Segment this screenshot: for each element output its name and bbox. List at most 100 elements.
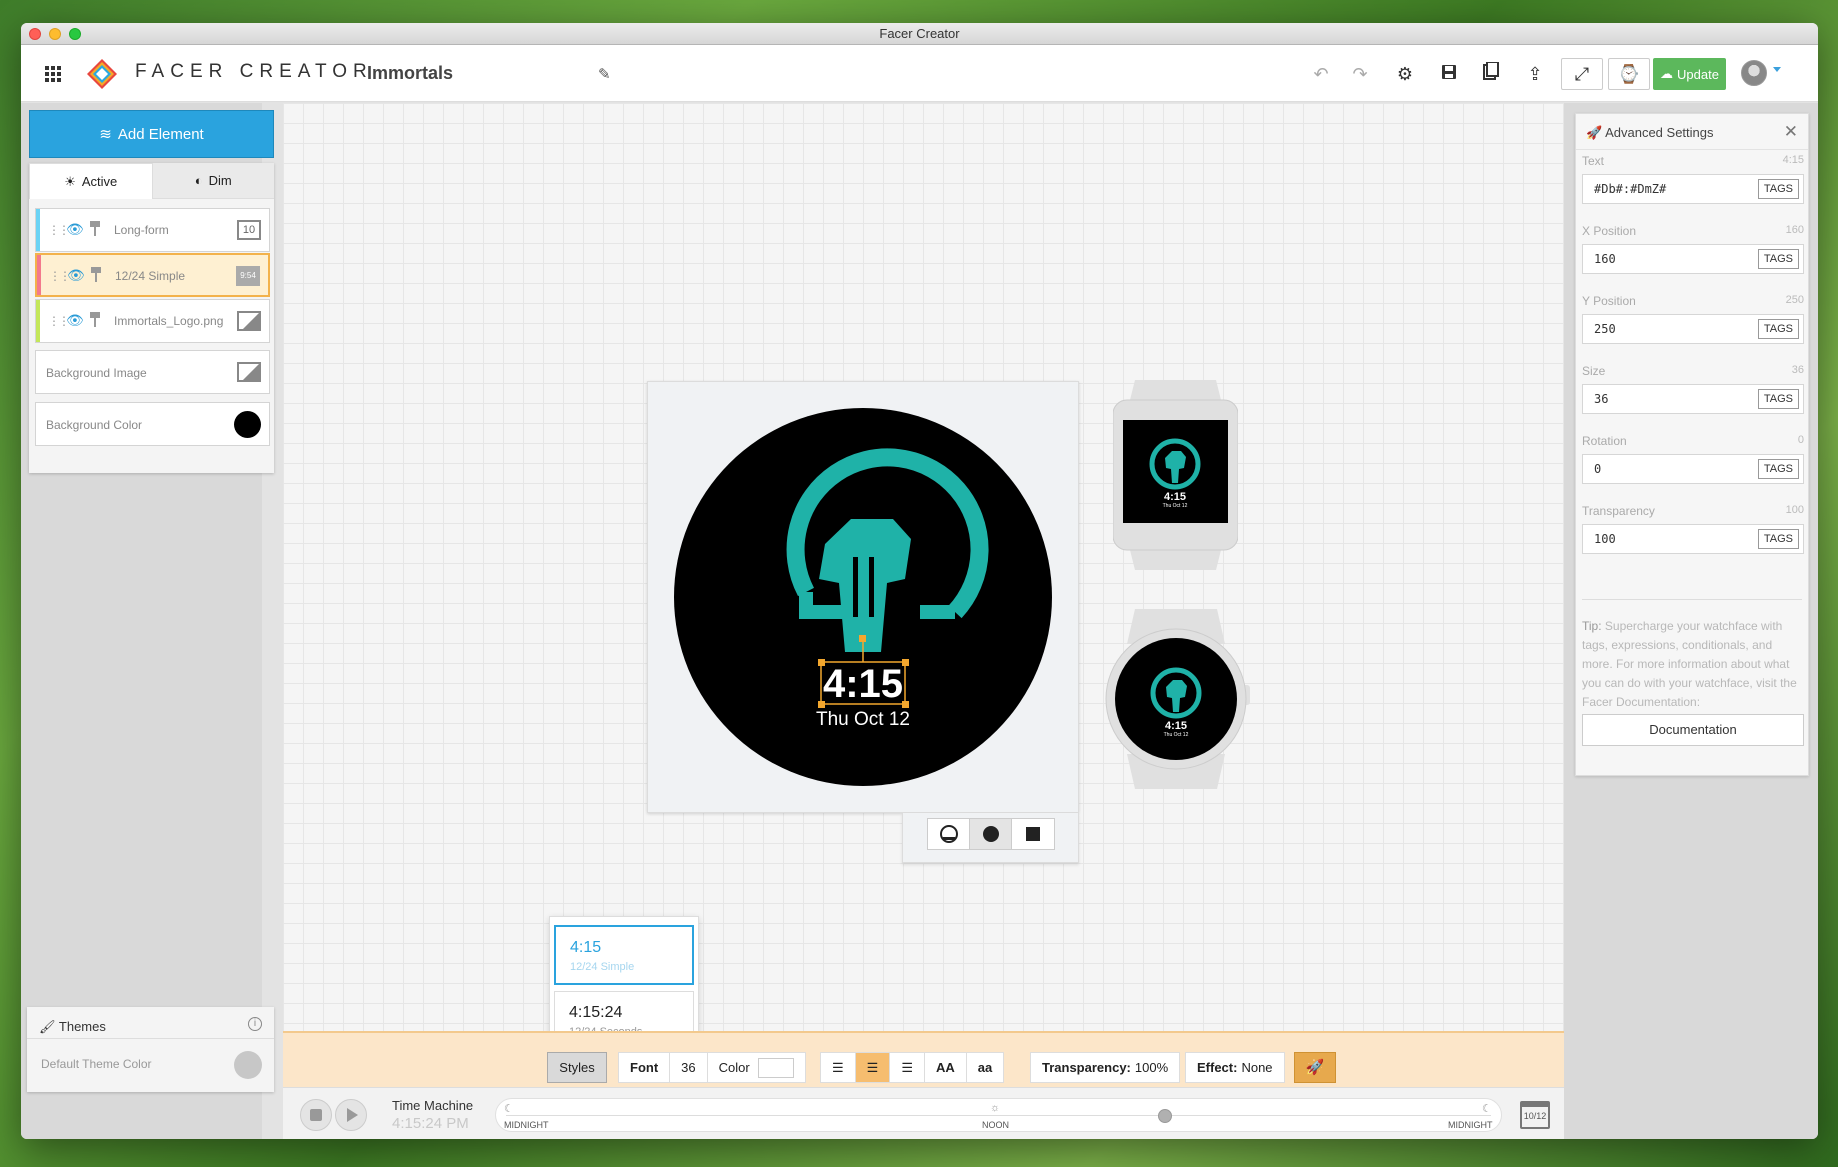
layer-item-12-24-simple[interactable]: ⋮⋮ 👁 12/24 Simple 9:54: [35, 253, 270, 297]
advanced-settings-title: Advanced Settings: [1605, 125, 1714, 140]
text-color-swatch[interactable]: [757, 1057, 794, 1078]
layer-name: Immortals_Logo.png: [114, 314, 224, 328]
redo-icon[interactable]: ↷: [1345, 61, 1375, 87]
field-input[interactable]: #Db#:#DmZ# TAGS: [1582, 174, 1804, 204]
tags-button[interactable]: TAGS: [1757, 389, 1799, 409]
font-button[interactable]: Font: [619, 1053, 671, 1082]
save-disk-icon[interactable]: [1434, 61, 1464, 87]
lowercase-button[interactable]: aa: [967, 1053, 1003, 1082]
settings-gear-icon[interactable]: ⚙: [1390, 61, 1420, 87]
align-left-icon[interactable]: ☰: [821, 1053, 856, 1082]
field-input[interactable]: 0 TAGS: [1582, 454, 1804, 484]
field-label: Text: [1582, 154, 1605, 168]
field-input-value: 160: [1594, 252, 1616, 266]
background-color-swatch[interactable]: [234, 411, 261, 438]
color-button[interactable]: Color: [708, 1053, 805, 1082]
edit-name-pencil-icon[interactable]: ✎: [598, 65, 611, 83]
add-element-label: Add Element: [117, 125, 204, 143]
design-canvas[interactable]: 4:15 Thu Oct 12 4:15 Thu Oct 12 4:15 Thu…: [283, 103, 1564, 1061]
drag-handle-icon[interactable]: ⋮⋮: [48, 314, 70, 328]
undo-icon[interactable]: ↶: [1306, 61, 1336, 87]
tab-dim[interactable]: ◐ Dim: [152, 163, 274, 199]
stop-button[interactable]: [300, 1099, 332, 1131]
tags-button[interactable]: TAGS: [1757, 319, 1799, 339]
sun-icon: ☼: [990, 1102, 1001, 1114]
apps-grid-icon[interactable]: [45, 66, 61, 82]
time-slider[interactable]: ☾ ☼ ☾ MIDNIGHT NOON MIDNIGHT: [495, 1098, 1502, 1132]
field-input[interactable]: 160 TAGS: [1582, 244, 1804, 274]
tab-active[interactable]: ☀ Active: [29, 163, 153, 199]
uppercase-button[interactable]: AA: [925, 1053, 967, 1082]
round-watch-preview[interactable]: 4:15 Thu Oct 12: [1105, 609, 1250, 789]
sync-watch-icon[interactable]: ⌚: [1608, 58, 1650, 90]
project-name[interactable]: Immortals: [367, 63, 453, 84]
styles-button[interactable]: Styles: [547, 1052, 607, 1083]
layer-item-immortals-logo[interactable]: ⋮⋮ 👁 Immortals_Logo.png: [35, 299, 270, 343]
drag-handle-icon[interactable]: ⋮⋮: [48, 223, 70, 237]
text-format-bar: Styles Font 36 Color ☰ ☰ ☰ AA aa Transpa…: [283, 1031, 1564, 1087]
date-text[interactable]: Thu Oct 12: [816, 709, 910, 730]
minimize-window-button[interactable]: [49, 28, 61, 40]
tags-button[interactable]: TAGS: [1757, 249, 1799, 269]
documentation-button[interactable]: Documentation: [1582, 714, 1804, 746]
update-button[interactable]: ☁ Update: [1653, 58, 1726, 90]
divider: [1582, 599, 1802, 600]
background-color-row[interactable]: Background Color: [35, 402, 270, 446]
close-panel-icon[interactable]: ✕: [1784, 122, 1798, 142]
format-option-value: 4:15:24: [569, 1004, 623, 1021]
setting-field-x-position: X Position 160 160 TAGS: [1582, 224, 1804, 274]
transparency-label: Transparency:: [1042, 1060, 1131, 1075]
align-right-icon[interactable]: ☰: [890, 1053, 925, 1082]
background-image-label: Background Image: [46, 366, 147, 380]
default-theme-color-row[interactable]: Default Theme Color: [27, 1039, 274, 1091]
visibility-eye-icon[interactable]: 👁: [67, 267, 85, 284]
square-watch-preview[interactable]: 4:15 Thu Oct 12: [1113, 380, 1238, 570]
paint-brush-icon[interactable]: [90, 267, 102, 283]
field-current-value: 160: [1785, 224, 1804, 236]
round-shape-button[interactable]: [970, 819, 1012, 849]
info-icon[interactable]: i: [248, 1017, 262, 1031]
themes-header[interactable]: 🖌 Themes i: [27, 1007, 274, 1039]
copy-pages-icon[interactable]: [1476, 61, 1506, 87]
layer-item-long-form[interactable]: ⋮⋮ 👁 Long-form 10: [35, 208, 270, 252]
account-chevron-down-icon[interactable]: [1773, 67, 1781, 72]
zoom-window-button[interactable]: [69, 28, 81, 40]
add-element-button[interactable]: ≋ Add Element: [29, 110, 274, 158]
field-input[interactable]: 100 TAGS: [1582, 524, 1804, 554]
close-window-button[interactable]: [29, 28, 41, 40]
slider-knob[interactable]: [1157, 1109, 1172, 1123]
calendar-icon[interactable]: 10/12: [1520, 1101, 1550, 1129]
font-controls: Font 36 Color: [618, 1052, 806, 1083]
tags-button[interactable]: TAGS: [1757, 459, 1799, 479]
font-size-input[interactable]: 36: [670, 1053, 708, 1082]
paint-brush-icon[interactable]: [89, 221, 101, 237]
transparency-control[interactable]: Transparency: 100%: [1030, 1052, 1181, 1083]
play-button[interactable]: [335, 1099, 367, 1131]
time-text[interactable]: 4:15: [823, 662, 903, 706]
rocket-advanced-icon[interactable]: 🚀: [1294, 1052, 1336, 1083]
left-sidebar: ≋ Add Element ☀ Active ◐ Dim ⋮⋮ 👁 Long-f…: [21, 103, 274, 1139]
visibility-eye-icon[interactable]: 👁: [66, 312, 84, 329]
square-shape-button[interactable]: [1012, 819, 1054, 849]
theme-color-swatch[interactable]: [234, 1051, 262, 1079]
field-input[interactable]: 36 TAGS: [1582, 384, 1804, 414]
tags-button[interactable]: TAGS: [1757, 179, 1799, 199]
drag-handle-icon[interactable]: ⋮⋮: [49, 269, 71, 283]
effect-control[interactable]: Effect: None: [1185, 1052, 1285, 1083]
share-export-icon[interactable]: ⇪: [1520, 61, 1550, 87]
field-label: Y Position: [1582, 294, 1636, 308]
field-input[interactable]: 250 TAGS: [1582, 314, 1804, 344]
paint-brush-icon[interactable]: [89, 312, 101, 328]
align-center-icon[interactable]: ☰: [855, 1053, 891, 1082]
watch-face-preview[interactable]: 4:15 Thu Oct 12: [673, 407, 1053, 787]
tip-text: Tip: Supercharge your watchface with tag…: [1582, 617, 1804, 712]
user-avatar[interactable]: [1741, 60, 1767, 86]
background-image-row[interactable]: Background Image: [35, 350, 270, 394]
fullscreen-icon[interactable]: ⤢: [1561, 58, 1603, 90]
tags-button[interactable]: TAGS: [1757, 529, 1799, 549]
round-flat-tire-shape-button[interactable]: [928, 819, 970, 849]
default-theme-color-label: Default Theme Color: [41, 1057, 152, 1071]
time-machine-label: Time Machine: [392, 1098, 474, 1113]
visibility-eye-icon[interactable]: 👁: [66, 221, 84, 238]
format-option-simple[interactable]: 4:15 12/24 Simple: [554, 925, 694, 985]
